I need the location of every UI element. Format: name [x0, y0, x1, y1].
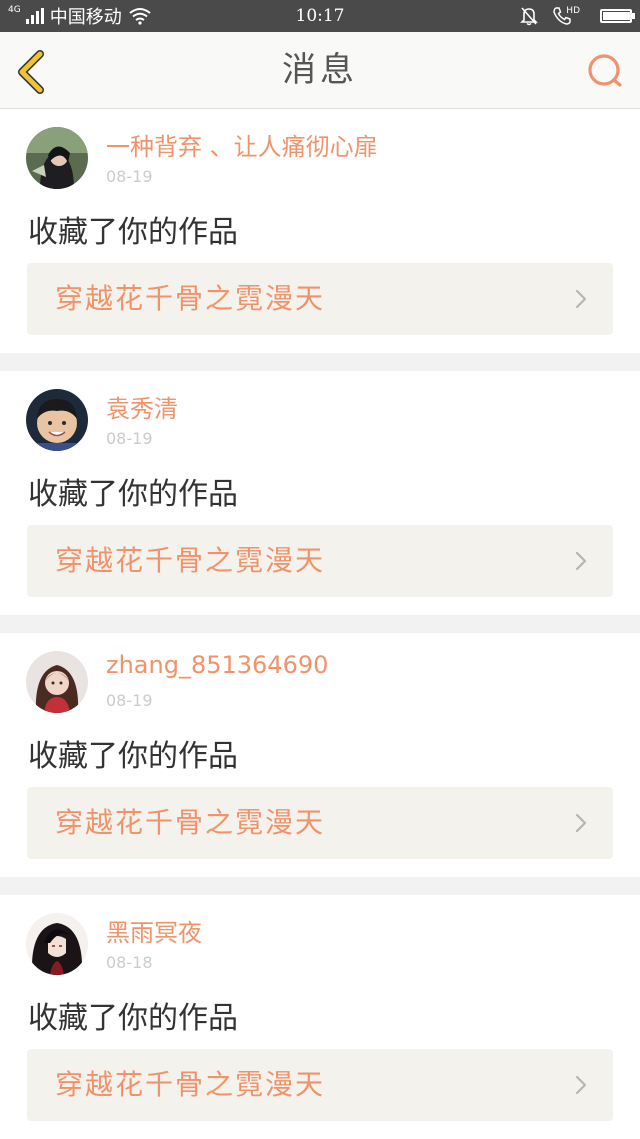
- message-list: 一种背弃 、让人痛彻心扉 08-19 收藏了你的作品 穿越花千骨之霓漫天 袁秀清…: [0, 109, 640, 1139]
- status-bar: 4G 中国移动 10:17 HD: [0, 0, 640, 32]
- phone-hd-group: HD: [552, 6, 586, 26]
- work-title: 穿越花千骨之霓漫天: [55, 282, 326, 315]
- avatar[interactable]: [26, 913, 88, 975]
- message-date: 08-19: [106, 691, 153, 710]
- chevron-right-icon: [575, 1075, 587, 1095]
- avatar[interactable]: [26, 127, 88, 189]
- work-title: 穿越花千骨之霓漫天: [55, 544, 326, 577]
- avatar-anime-image: [26, 913, 88, 975]
- chevron-right-icon: [575, 551, 587, 571]
- avatar-child-image: [26, 389, 88, 451]
- card-separator: [0, 615, 640, 633]
- app-header: 消息: [0, 32, 640, 109]
- username[interactable]: 黑雨冥夜: [106, 913, 202, 948]
- message-card: 黑雨冥夜 08-18 收藏了你的作品 穿越花千骨之霓漫天: [0, 877, 640, 1139]
- chevron-right-icon: [575, 813, 587, 833]
- work-link[interactable]: 穿越花千骨之霓漫天: [27, 1049, 613, 1121]
- username[interactable]: 一种背弃 、让人痛彻心扉: [106, 127, 378, 162]
- work-link[interactable]: 穿越花千骨之霓漫天: [27, 525, 613, 597]
- message-card: 一种背弃 、让人痛彻心扉 08-19 收藏了你的作品 穿越花千骨之霓漫天: [0, 109, 640, 353]
- username[interactable]: 袁秀清: [106, 389, 178, 424]
- work-title: 穿越花千骨之霓漫天: [55, 806, 326, 839]
- message-card: 袁秀清 08-19 收藏了你的作品 穿越花千骨之霓漫天: [0, 353, 640, 615]
- action-text: 收藏了你的作品: [28, 215, 238, 250]
- search-icon: [588, 54, 622, 87]
- battery-icon: [600, 9, 635, 23]
- search-button[interactable]: [586, 52, 626, 92]
- bell-muted-icon: [520, 7, 539, 26]
- card-separator: [0, 877, 640, 895]
- avatar[interactable]: [26, 651, 88, 713]
- message-card: zhang_851364690 08-19 收藏了你的作品 穿越花千骨之霓漫天: [0, 615, 640, 877]
- action-text: 收藏了你的作品: [28, 739, 238, 774]
- page-title: 消息: [282, 50, 358, 90]
- action-text: 收藏了你的作品: [28, 1001, 238, 1036]
- work-title: 穿越花千骨之霓漫天: [55, 1068, 326, 1101]
- status-right: HD: [520, 0, 635, 32]
- card-separator: [0, 353, 640, 371]
- work-link[interactable]: 穿越花千骨之霓漫天: [27, 787, 613, 859]
- message-date: 08-19: [106, 429, 153, 448]
- avatar[interactable]: [26, 389, 88, 451]
- work-link[interactable]: 穿越花千骨之霓漫天: [27, 263, 613, 335]
- message-date: 08-19: [106, 167, 153, 186]
- battery-fill: [603, 12, 630, 20]
- avatar-girl-image: [26, 651, 88, 713]
- hd-label: HD: [566, 6, 580, 16]
- message-date: 08-18: [106, 953, 153, 972]
- action-text: 收藏了你的作品: [28, 477, 238, 512]
- username[interactable]: zhang_851364690: [106, 651, 328, 679]
- chevron-right-icon: [575, 289, 587, 309]
- avatar-dark-hair-image: [26, 127, 88, 189]
